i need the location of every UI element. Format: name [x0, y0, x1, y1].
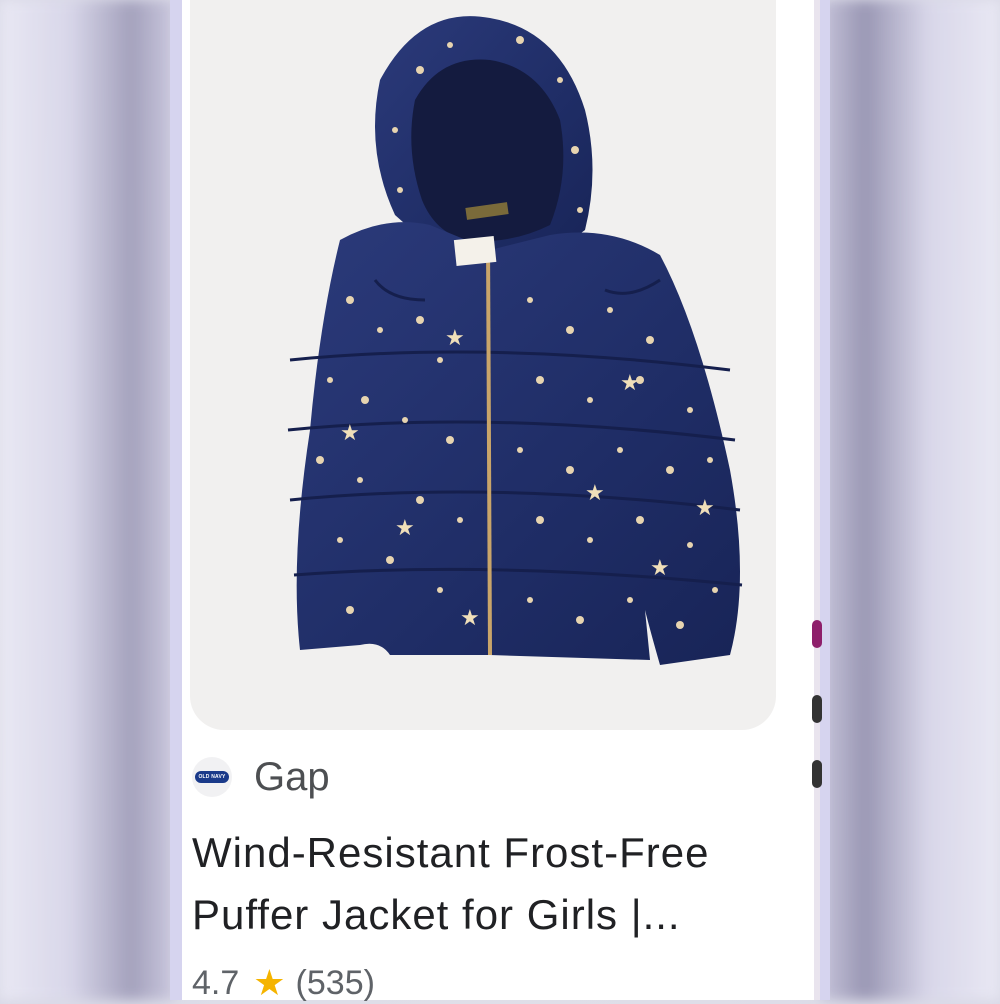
- next-card-accent: [812, 760, 822, 788]
- next-card-edge: [814, 0, 820, 1000]
- svg-text:★: ★: [620, 371, 640, 396]
- merchant-logo: OLD NAVY: [192, 757, 232, 797]
- product-title[interactable]: Wind-Resistant Frost-Free Puffer Jacket …: [192, 822, 812, 946]
- svg-text:★: ★: [695, 496, 715, 521]
- puffer-jacket-image: ★ ★ ★ ★ ★ ★ ★ ★: [287, 16, 743, 665]
- merchant-name: Gap: [254, 754, 330, 799]
- svg-text:★: ★: [395, 516, 415, 541]
- rating-value: 4.7: [192, 963, 240, 1002]
- star-icon: ★: [253, 962, 286, 1003]
- svg-text:★: ★: [460, 606, 480, 631]
- rating-row: 4.7 ★ (535): [192, 962, 375, 1004]
- svg-text:★: ★: [445, 326, 465, 351]
- merchant-logo-text: OLD NAVY: [195, 771, 229, 783]
- product-title-line-1: Wind-Resistant Frost-Free: [192, 829, 710, 876]
- review-count: (535): [295, 963, 375, 1002]
- product-title-line-2: Puffer Jacket for Girls |...: [192, 891, 681, 938]
- background-blur-left: [0, 0, 175, 1000]
- next-card-accent: [812, 695, 822, 723]
- background-blur-right: [820, 0, 1000, 1000]
- next-card-accent: [812, 620, 822, 648]
- svg-text:★: ★: [650, 556, 670, 581]
- svg-text:★: ★: [585, 481, 605, 506]
- merchant-row[interactable]: OLD NAVY Gap: [192, 752, 330, 802]
- svg-text:★: ★: [340, 421, 360, 446]
- product-image[interactable]: ★ ★ ★ ★ ★ ★ ★ ★: [190, 0, 776, 730]
